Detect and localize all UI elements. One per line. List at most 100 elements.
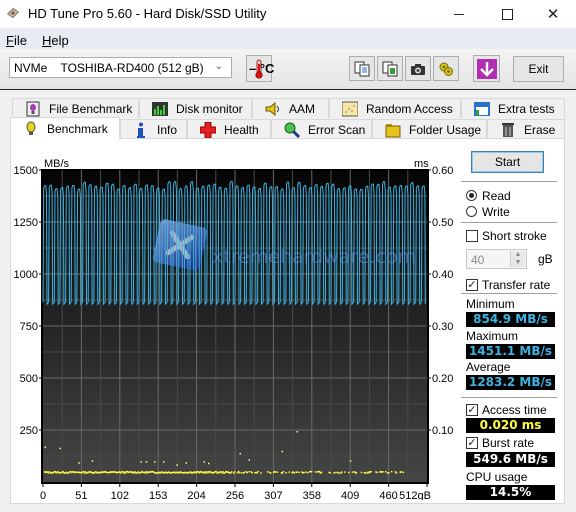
y-tick-label: 1500 bbox=[14, 165, 38, 177]
minimize-button[interactable] bbox=[436, 0, 482, 28]
tab-info[interactable]: Info bbox=[120, 119, 187, 139]
spinner-arrows-icon[interactable]: ▲ ▼ bbox=[510, 251, 525, 267]
access-time-point bbox=[203, 461, 205, 463]
options-button[interactable] bbox=[433, 56, 459, 81]
access-time-point bbox=[360, 471, 363, 474]
access-time-point bbox=[370, 470, 372, 473]
average-label: Average bbox=[466, 360, 511, 374]
menu-file[interactable]: File bbox=[6, 33, 27, 48]
menu-help-accel: H bbox=[42, 33, 52, 48]
access-time-point bbox=[341, 471, 343, 473]
short-stroke-checkbox[interactable]: Short stroke bbox=[466, 229, 556, 243]
access-time-point bbox=[154, 461, 156, 463]
y-tick-label: 500 bbox=[20, 373, 38, 385]
menu-help-label: elp bbox=[51, 33, 69, 48]
y2-tick-label: 0.50 bbox=[432, 217, 453, 229]
menu-bar bbox=[0, 29, 576, 49]
camera-icon bbox=[411, 63, 425, 75]
copy-text-button[interactable] bbox=[349, 56, 375, 81]
tab-file-benchmark[interactable]: File Benchmark bbox=[12, 98, 139, 118]
maximum-label: Maximum bbox=[466, 329, 519, 343]
access-time-point bbox=[298, 471, 300, 474]
short-stroke-unit: gB bbox=[538, 252, 553, 266]
divider bbox=[461, 397, 557, 398]
temperature-readout: – °C bbox=[249, 61, 275, 76]
access-time-point bbox=[230, 471, 233, 473]
tab-label: Error Scan bbox=[308, 122, 366, 137]
copy-text-icon bbox=[354, 61, 370, 76]
tab-aam[interactable]: AAM bbox=[252, 98, 329, 118]
tab-error-scan[interactable]: Error Scan bbox=[271, 119, 372, 139]
maximize-icon bbox=[501, 8, 513, 20]
trash-icon bbox=[502, 122, 514, 137]
access-time-checkbox[interactable]: ✓ Access time bbox=[466, 403, 556, 417]
close-button[interactable]: ✕ bbox=[530, 0, 576, 28]
tab-disk-monitor[interactable]: Disk monitor bbox=[139, 98, 252, 118]
access-time-point bbox=[382, 471, 384, 473]
average-readout: 1283.2 MB/s bbox=[466, 375, 555, 390]
extra-tests-icon bbox=[474, 101, 490, 116]
access-time-point bbox=[233, 471, 236, 473]
access-time-point bbox=[163, 461, 165, 463]
access-time-point bbox=[208, 462, 210, 465]
tab-label: Benchmark bbox=[47, 121, 108, 136]
drive-select[interactable]: NVMe TOSHIBA-RD400 (512 gB) ⌄ bbox=[9, 57, 232, 78]
write-radio-dot bbox=[466, 206, 477, 217]
short-stroke-box bbox=[466, 230, 478, 242]
access-time-point bbox=[222, 470, 224, 473]
tab-folder-usage[interactable]: Folder Usage bbox=[372, 119, 487, 139]
screenshot-button[interactable] bbox=[405, 56, 431, 81]
access-time-point bbox=[248, 459, 250, 461]
write-radio[interactable]: Write bbox=[466, 205, 536, 219]
access-time-point bbox=[390, 470, 393, 473]
save-button[interactable] bbox=[473, 55, 500, 82]
check-icon: ✓ bbox=[466, 437, 478, 449]
maximize-button[interactable] bbox=[484, 0, 530, 28]
tab-label: Erase bbox=[524, 122, 556, 137]
access-time-point bbox=[353, 471, 356, 473]
access-time-point bbox=[124, 472, 127, 474]
tab-label: AAM bbox=[289, 101, 316, 116]
access-time-point bbox=[282, 470, 285, 473]
copy-screenshot-button[interactable] bbox=[377, 56, 403, 81]
options-icon bbox=[439, 62, 453, 76]
transfer-rate-label: Transfer rate bbox=[482, 278, 551, 292]
disk-monitor-icon bbox=[152, 101, 168, 116]
access-time-point bbox=[385, 470, 387, 473]
cpu-usage-label: CPU usage bbox=[466, 470, 528, 484]
tab-label: Random Access bbox=[366, 101, 453, 116]
tab-random-access[interactable]: Random Access bbox=[329, 98, 461, 118]
access-time-point bbox=[91, 460, 94, 462]
access-time-point bbox=[246, 471, 249, 474]
start-button[interactable]: Start bbox=[471, 151, 544, 173]
access-time-point bbox=[269, 472, 272, 474]
access-time-point bbox=[288, 471, 290, 473]
access-time-point bbox=[305, 471, 307, 473]
access-time-point bbox=[303, 471, 305, 474]
short-stroke-value: 40 bbox=[471, 253, 485, 267]
tab-extra-tests[interactable]: Extra tests bbox=[461, 98, 565, 118]
access-time-point bbox=[238, 471, 241, 474]
access-time-point bbox=[338, 472, 340, 474]
access-time-point bbox=[335, 471, 337, 474]
tab-label: Folder Usage bbox=[409, 122, 482, 137]
short-stroke-size-spinner[interactable]: 40 ▲ ▼ bbox=[466, 249, 527, 269]
access-time-point bbox=[310, 470, 313, 473]
read-radio[interactable]: Read bbox=[466, 189, 536, 203]
save-download-icon bbox=[476, 58, 497, 79]
grid-lines bbox=[43, 170, 427, 482]
y2-tick-label: 0.40 bbox=[432, 269, 453, 281]
tab-health[interactable]: Health bbox=[187, 119, 271, 139]
access-time-point bbox=[83, 472, 86, 474]
transfer-rate-checkbox[interactable]: ✓ Transfer rate bbox=[466, 278, 556, 292]
tab-benchmark[interactable]: Benchmark bbox=[10, 117, 120, 139]
tab-erase[interactable]: Erase bbox=[487, 119, 565, 139]
y2-tick-label: 0.20 bbox=[432, 373, 453, 385]
burst-rate-checkbox[interactable]: ✓ Burst rate bbox=[466, 436, 556, 450]
exit-button[interactable]: Exit bbox=[513, 56, 564, 82]
menu-help[interactable]: Help bbox=[42, 33, 69, 48]
x-tick-label: 204 bbox=[187, 490, 205, 500]
drive-select-value: NVMe TOSHIBA-RD400 (512 gB) bbox=[14, 61, 204, 75]
speaker-icon bbox=[265, 101, 279, 116]
access-time-point bbox=[260, 472, 262, 474]
